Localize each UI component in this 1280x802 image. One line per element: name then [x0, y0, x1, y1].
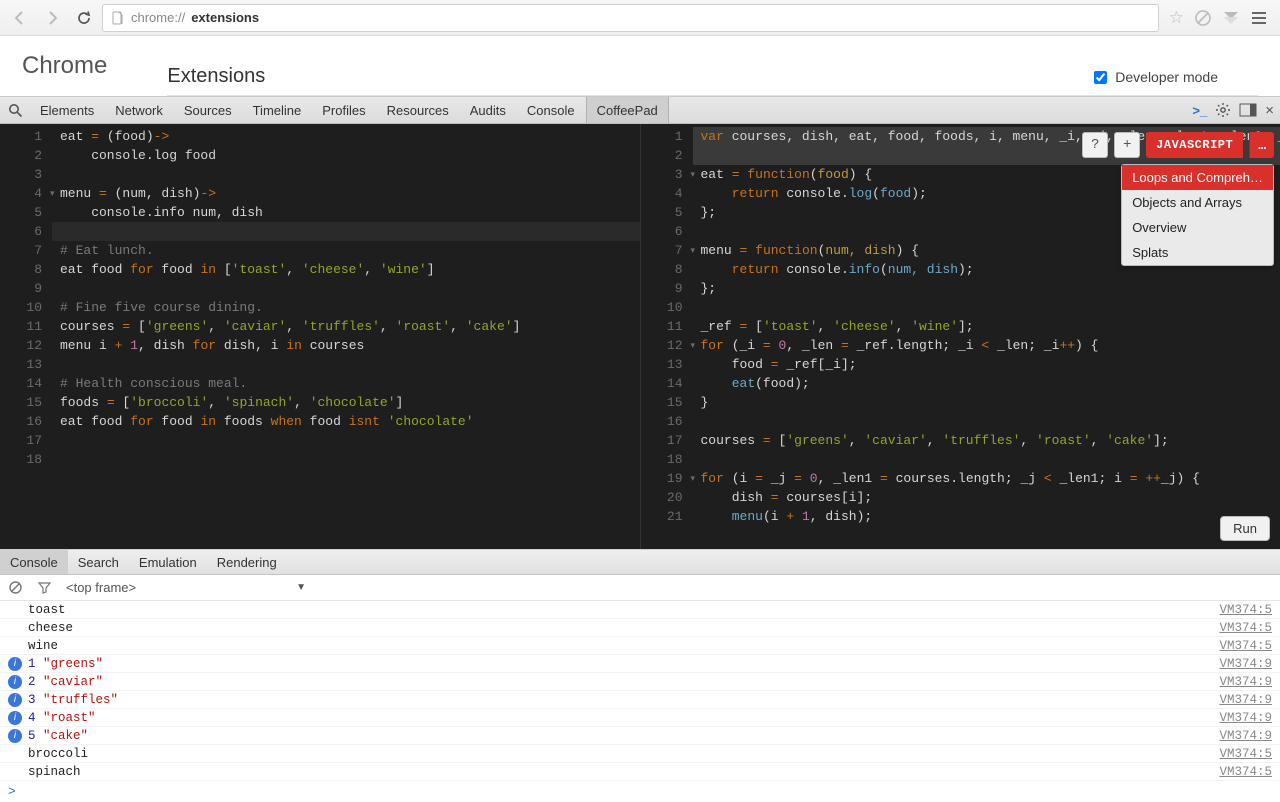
- drawer-tab-emulation[interactable]: Emulation: [129, 550, 207, 574]
- info-icon: i: [8, 711, 22, 725]
- clear-console-icon[interactable]: [8, 580, 23, 595]
- console-row: i1 "greens"VM374:9: [0, 655, 1280, 673]
- developer-mode-toggle[interactable]: Developer mode: [1094, 69, 1258, 85]
- drawer-tab-console[interactable]: Console: [0, 550, 68, 574]
- info-icon: i: [8, 729, 22, 743]
- devtools-tab-timeline[interactable]: Timeline: [243, 97, 313, 123]
- developer-mode-checkbox[interactable]: [1094, 71, 1107, 84]
- left-gutter: 123456789101112131415161718: [0, 124, 50, 549]
- console-row: spinachVM374:5: [0, 763, 1280, 781]
- left-code[interactable]: eat = (food)-> console.log food menu = (…: [52, 124, 640, 549]
- console-controls: <top frame> ▼: [0, 575, 1280, 601]
- coffeescript-pane[interactable]: 123456789101112131415161718 ▾ eat = (foo…: [0, 124, 641, 549]
- chrome-title: Chrome: [22, 52, 107, 80]
- gear-icon[interactable]: [1215, 102, 1231, 118]
- dropdown-item[interactable]: Overview: [1122, 215, 1273, 240]
- filter-icon[interactable]: [37, 580, 52, 595]
- source-link[interactable]: VM374:9: [1219, 675, 1272, 689]
- shield-disabled-icon[interactable]: [1194, 9, 1212, 27]
- devtools-tab-profiles[interactable]: Profiles: [312, 97, 376, 123]
- source-link[interactable]: VM374:5: [1219, 765, 1272, 779]
- console-prompt[interactable]: >: [0, 781, 1280, 802]
- browser-toolbar: chrome:// extensions ☆: [0, 0, 1280, 36]
- examples-dropdown: Loops and Compreh… Objects and Arrays Ov…: [1121, 164, 1274, 266]
- dropdown-item[interactable]: Splats: [1122, 240, 1273, 265]
- source-link[interactable]: VM374:9: [1219, 729, 1272, 743]
- console-row: broccoliVM374:5: [0, 745, 1280, 763]
- javascript-pane[interactable]: 123456789101112131415161718192021 ▾ ▾ ▾ …: [641, 124, 1280, 549]
- code-area: 123456789101112131415161718 ▾ eat = (foo…: [0, 124, 1280, 549]
- source-link[interactable]: VM374:5: [1219, 621, 1272, 635]
- toolbar-right-icons: ☆: [1163, 8, 1274, 28]
- url-path: extensions: [191, 10, 259, 25]
- search-icon: [8, 103, 23, 118]
- menu-icon[interactable]: [1250, 9, 1268, 27]
- run-button[interactable]: Run: [1220, 516, 1270, 541]
- source-link[interactable]: VM374:9: [1219, 657, 1272, 671]
- devtools-tab-elements[interactable]: Elements: [30, 97, 105, 123]
- back-button[interactable]: [6, 4, 34, 32]
- reload-icon: [76, 10, 92, 26]
- devtools-tab-coffeepad[interactable]: CoffeePad: [586, 97, 669, 123]
- devtools-tab-audits[interactable]: Audits: [460, 97, 517, 123]
- url-scheme: chrome://: [131, 10, 185, 25]
- forward-button[interactable]: [38, 4, 66, 32]
- source-link[interactable]: VM374:9: [1219, 693, 1272, 707]
- arrow-left-icon: [12, 10, 28, 26]
- toggle-drawer-icon[interactable]: >_: [1192, 103, 1207, 118]
- extensions-header: Chrome Extensions Developer mode: [0, 36, 1280, 96]
- info-icon: i: [8, 693, 22, 707]
- dropdown-item[interactable]: Loops and Compreh…: [1122, 165, 1273, 190]
- devtools-tabstrip: ElementsNetworkSourcesTimelineProfilesRe…: [0, 96, 1280, 124]
- devtools-tab-network[interactable]: Network: [105, 97, 174, 123]
- pane-overlay: ? + JAVASCRIPT …: [1082, 132, 1274, 158]
- console-row: i3 "truffles"VM374:9: [0, 691, 1280, 709]
- info-icon: i: [8, 675, 22, 689]
- console-row: cheeseVM374:5: [0, 619, 1280, 637]
- language-menu-button[interactable]: …: [1249, 132, 1274, 158]
- star-icon[interactable]: ☆: [1169, 8, 1184, 28]
- arrow-right-icon: [44, 10, 60, 26]
- frame-label: <top frame>: [66, 580, 136, 595]
- page-icon: [111, 11, 125, 25]
- reload-button[interactable]: [70, 4, 98, 32]
- info-icon: i: [8, 657, 22, 671]
- pocket-icon[interactable]: [1222, 9, 1240, 27]
- source-link[interactable]: VM374:5: [1219, 747, 1272, 761]
- language-badge[interactable]: JAVASCRIPT: [1146, 132, 1243, 158]
- drawer-tab-search[interactable]: Search: [68, 550, 129, 574]
- console-row: wineVM374:5: [0, 637, 1280, 655]
- console-row: toastVM374:5: [0, 601, 1280, 619]
- console-body[interactable]: toastVM374:5cheeseVM374:5wineVM374:5i1 "…: [0, 601, 1280, 781]
- devtools-tab-resources[interactable]: Resources: [377, 97, 460, 123]
- close-devtools-icon[interactable]: ×: [1265, 102, 1274, 119]
- console-row: i4 "roast"VM374:9: [0, 709, 1280, 727]
- dock-icon[interactable]: [1239, 103, 1257, 117]
- dropdown-item[interactable]: Objects and Arrays: [1122, 190, 1273, 215]
- chevron-down-icon: ▼: [296, 582, 306, 593]
- developer-mode-label: Developer mode: [1115, 69, 1218, 85]
- extensions-tab[interactable]: Extensions: [167, 65, 265, 96]
- source-link[interactable]: VM374:9: [1219, 711, 1272, 725]
- right-gutter: 123456789101112131415161718192021: [641, 124, 691, 549]
- devtools-search-button[interactable]: [0, 97, 30, 123]
- frame-selector[interactable]: <top frame> ▼: [66, 580, 306, 595]
- drawer-tab-rendering[interactable]: Rendering: [207, 550, 287, 574]
- help-button[interactable]: ?: [1082, 132, 1108, 158]
- drawer-tabstrip: ConsoleSearchEmulationRendering: [0, 549, 1280, 575]
- console-row: i2 "caviar"VM374:9: [0, 673, 1280, 691]
- console-row: i5 "cake"VM374:9: [0, 727, 1280, 745]
- source-link[interactable]: VM374:5: [1219, 639, 1272, 653]
- omnibox[interactable]: chrome:// extensions: [102, 4, 1159, 32]
- devtools-tab-sources[interactable]: Sources: [174, 97, 243, 123]
- source-link[interactable]: VM374:5: [1219, 603, 1272, 617]
- devtools-tab-console[interactable]: Console: [517, 97, 586, 123]
- add-button[interactable]: +: [1114, 132, 1140, 158]
